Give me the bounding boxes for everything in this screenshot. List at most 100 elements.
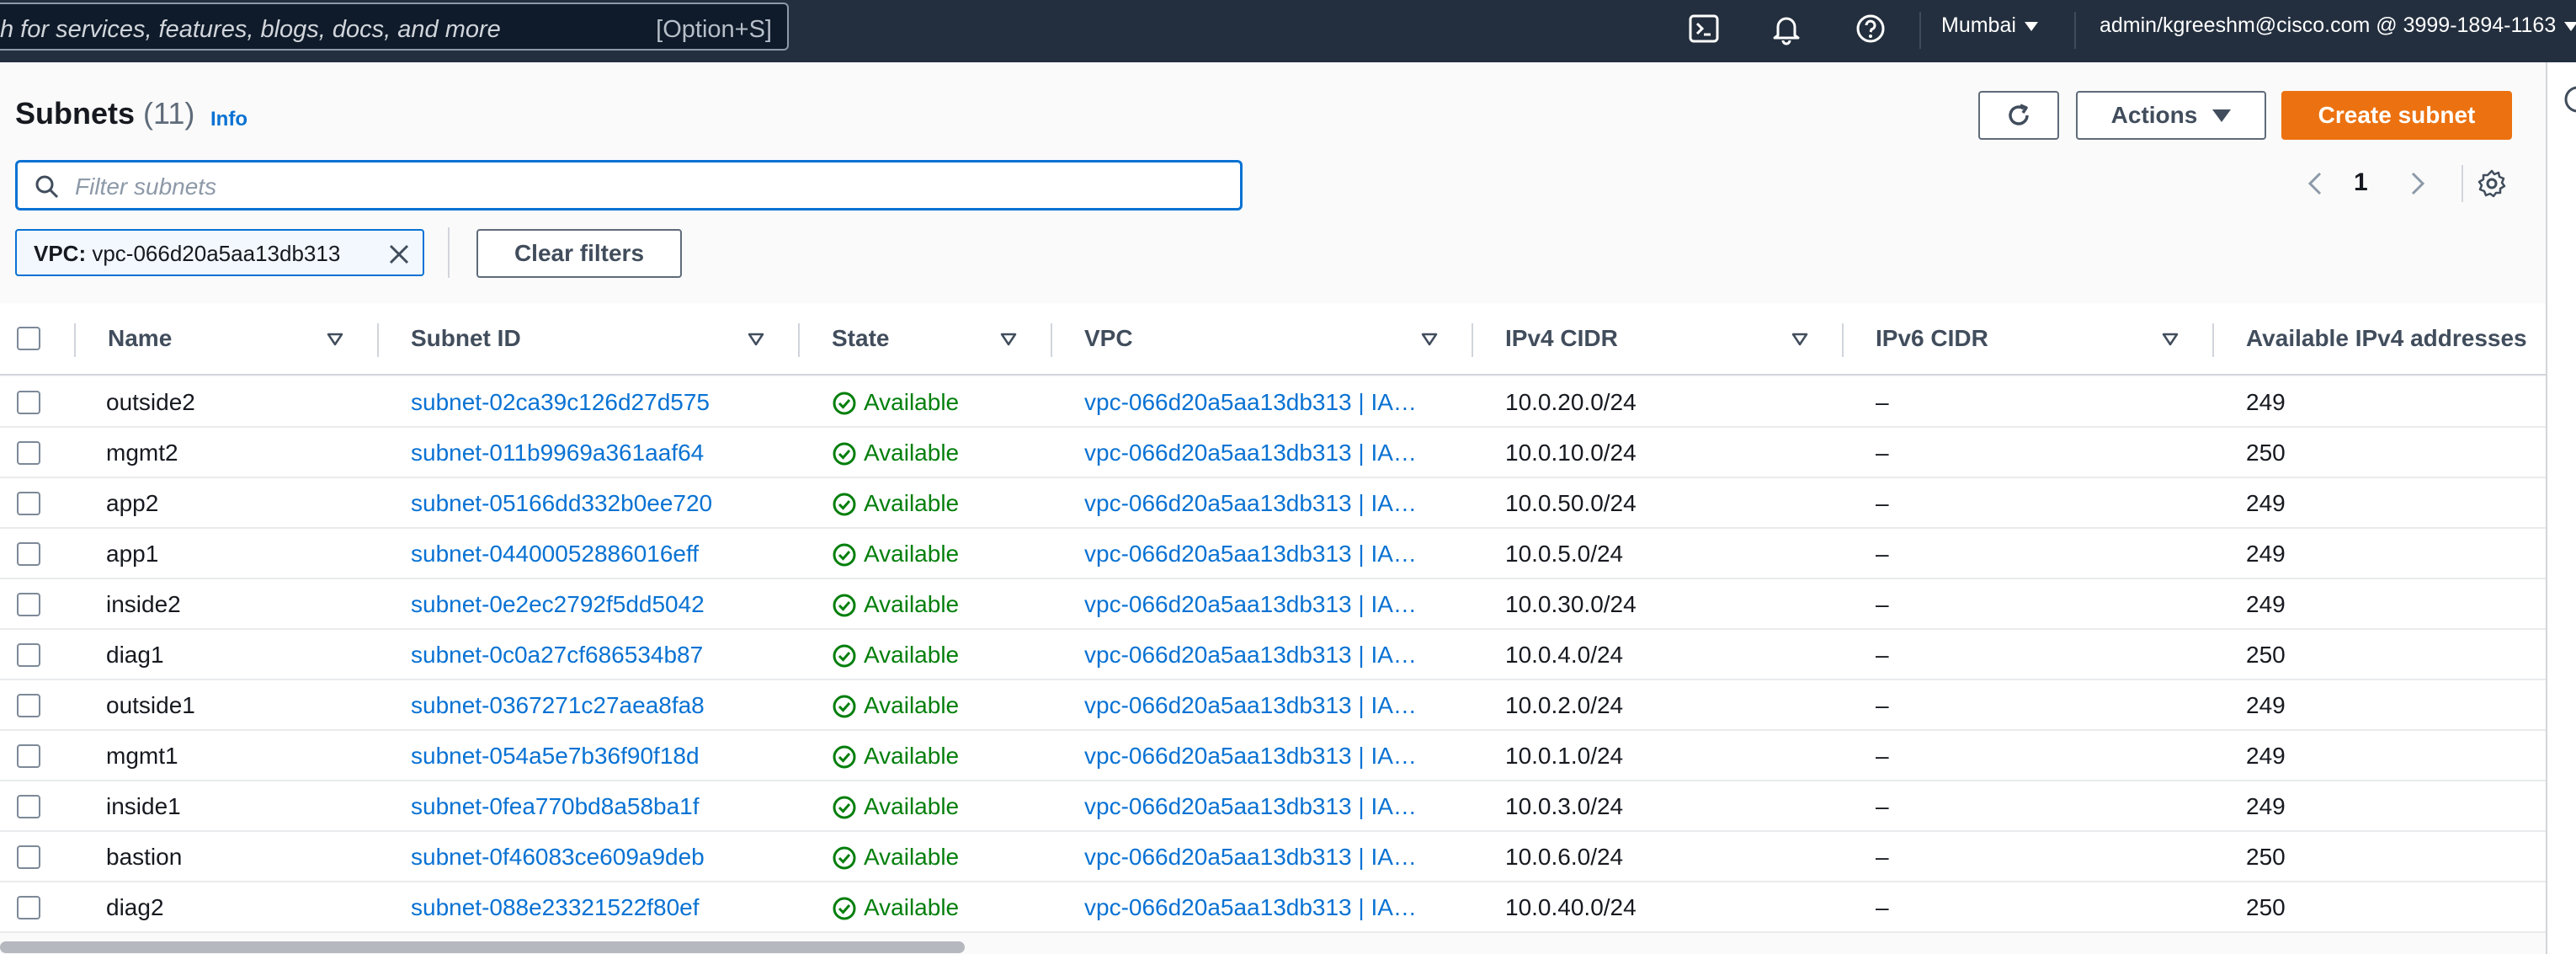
nav-divider <box>1919 12 1921 49</box>
table-row[interactable]: app2 subnet-05166dd332b0ee720 Available vpc… <box>0 478 2546 529</box>
cell-name: mgmt1 <box>106 743 178 769</box>
cell-vpc-link[interactable]: vpc-066d20a5aa13db313 | IA… <box>1084 490 1417 517</box>
cell-vpc-link[interactable]: vpc-066d20a5aa13db313 | IA… <box>1084 743 1417 770</box>
table-row[interactable]: mgmt1 subnet-054a5e7b36f90f18d Available vp… <box>0 731 2546 781</box>
cell-state: Available <box>864 692 960 718</box>
cell-state: Available <box>864 642 960 668</box>
column-header-ipv4-cidr[interactable]: IPv4 CIDR <box>1505 325 1618 352</box>
filter-token-key: VPC: <box>34 241 87 266</box>
clear-filters-button[interactable]: Clear filters <box>476 229 682 278</box>
column-divider <box>2212 323 2214 357</box>
table-row[interactable]: bastion subnet-0f46083ce609a9deb Available… <box>0 832 2546 882</box>
cell-vpc-link[interactable]: vpc-066d20a5aa13db313 | IA… <box>1084 894 1417 921</box>
column-header-state[interactable]: State <box>832 325 889 352</box>
gear-icon[interactable] <box>2477 168 2507 199</box>
cell-subnet-id-link[interactable]: subnet-0367271c27aea8fa8 <box>411 692 705 719</box>
row-checkbox[interactable] <box>17 593 40 616</box>
filter-subnets-input[interactable]: Filter subnets <box>15 160 1243 211</box>
sort-icon[interactable] <box>1000 332 1017 347</box>
sort-icon[interactable] <box>2162 332 2179 347</box>
cell-vpc-link[interactable]: vpc-066d20a5aa13db313 | IA… <box>1084 692 1417 719</box>
table-row[interactable]: inside2 subnet-0e2ec2792f5dd5042 Available… <box>0 579 2546 630</box>
row-checkbox[interactable] <box>17 441 40 465</box>
cell-vpc-link[interactable]: vpc-066d20a5aa13db313 | IA… <box>1084 844 1417 871</box>
create-subnet-button[interactable]: Create subnet <box>2281 91 2512 140</box>
row-checkbox[interactable] <box>17 795 40 818</box>
actions-button[interactable]: Actions <box>2076 91 2266 140</box>
top-navigation: h for services, features, blogs, docs, a… <box>0 0 2576 62</box>
cell-vpc-link[interactable]: vpc-066d20a5aa13db313 | IA… <box>1084 389 1417 416</box>
cell-vpc-link[interactable]: vpc-066d20a5aa13db313 | IA… <box>1084 440 1417 466</box>
cell-ipv4-cidr: 10.0.5.0/24 <box>1505 541 1624 567</box>
table-header: Name Subnet ID State VPC IPv4 CIDR IPv6 … <box>0 303 2546 376</box>
notifications-bell-icon[interactable] <box>1770 12 1803 45</box>
row-checkbox[interactable] <box>17 492 40 515</box>
column-header-subnet-id[interactable]: Subnet ID <box>411 325 521 352</box>
row-checkbox[interactable] <box>17 845 40 869</box>
row-checkbox[interactable] <box>17 694 40 717</box>
refresh-icon <box>2009 104 2029 125</box>
previous-page-icon[interactable] <box>2303 168 2329 199</box>
sort-icon[interactable] <box>1421 332 1438 347</box>
next-page-icon[interactable] <box>2404 168 2430 199</box>
cell-vpc-link[interactable]: vpc-066d20a5aa13db313 | IA… <box>1084 541 1417 568</box>
info-link[interactable]: Info <box>210 108 247 131</box>
status-available-icon <box>833 594 856 617</box>
cell-subnet-id-link[interactable]: subnet-0f46083ce609a9deb <box>411 844 705 871</box>
table-row[interactable]: outside1 subnet-0367271c27aea8fa8 Availabl… <box>0 680 2546 731</box>
cell-subnet-id-link[interactable]: subnet-02ca39c126d27d575 <box>411 389 710 416</box>
cell-available-ipv4: 249 <box>2246 591 2286 617</box>
account-menu[interactable]: admin/kgreeshm@cisco.com @ 3999-1894-116… <box>2100 13 2576 38</box>
cell-vpc-link[interactable]: vpc-066d20a5aa13db313 | IA… <box>1084 793 1417 820</box>
column-header-vpc[interactable]: VPC <box>1084 325 1133 352</box>
cell-vpc-link[interactable]: vpc-066d20a5aa13db313 | IA… <box>1084 642 1417 669</box>
cell-subnet-id-link[interactable]: subnet-0c0a27cf686534b87 <box>411 642 703 669</box>
table-row[interactable]: app1 subnet-04400052886016eff Available vpc… <box>0 529 2546 579</box>
table-row[interactable]: diag2 subnet-088e23321522f80ef Available vp… <box>0 882 2546 933</box>
row-checkbox[interactable] <box>17 896 40 919</box>
filter-divider <box>448 227 450 278</box>
cell-available-ipv4: 250 <box>2246 844 2286 870</box>
row-checkbox[interactable] <box>17 744 40 768</box>
horizontal-scrollbar[interactable] <box>0 941 965 953</box>
cloudshell-icon[interactable] <box>1687 12 1721 45</box>
create-subnet-label: Create subnet <box>2318 102 2476 128</box>
cell-state: Available <box>864 541 960 567</box>
table-row[interactable]: mgmt2 subnet-011b9969a361aaf64 Available vp… <box>0 428 2546 478</box>
cell-subnet-id-link[interactable]: subnet-0e2ec2792f5dd5042 <box>411 591 705 618</box>
cell-subnet-id-link[interactable]: subnet-0fea770bd8a58ba1f <box>411 793 700 820</box>
cell-subnet-id-link[interactable]: subnet-04400052886016eff <box>411 541 699 568</box>
sort-icon[interactable] <box>327 332 343 347</box>
search-shortcut-hint: [Option+S] <box>656 16 772 43</box>
column-divider <box>74 323 76 357</box>
column-header-available-ipv4[interactable]: Available IPv4 addresses <box>2246 325 2527 352</box>
region-selector[interactable]: Mumbai <box>1941 13 2038 38</box>
table-row[interactable]: inside1 subnet-0fea770bd8a58ba1f Available… <box>0 781 2546 832</box>
select-all-checkbox[interactable] <box>17 327 40 350</box>
cell-subnet-id-link[interactable]: subnet-011b9969a361aaf64 <box>411 440 704 466</box>
refresh-button[interactable] <box>1978 91 2059 140</box>
table-row[interactable]: outside2 subnet-02ca39c126d27d575 Availabl… <box>0 377 2546 428</box>
sort-icon[interactable] <box>748 332 764 347</box>
global-search-input[interactable]: h for services, features, blogs, docs, a… <box>0 3 789 51</box>
cell-vpc-link[interactable]: vpc-066d20a5aa13db313 | IA… <box>1084 591 1417 618</box>
current-page-number[interactable]: 1 <box>2354 168 2368 197</box>
status-available-icon <box>833 644 856 668</box>
column-header-name[interactable]: Name <box>108 325 172 352</box>
chevron-down-icon <box>2564 21 2576 31</box>
cell-ipv4-cidr: 10.0.10.0/24 <box>1505 440 1637 466</box>
cell-subnet-id-link[interactable]: subnet-054a5e7b36f90f18d <box>411 743 700 770</box>
cell-subnet-id-link[interactable]: subnet-05166dd332b0ee720 <box>411 490 712 517</box>
sort-icon[interactable] <box>1791 332 1808 347</box>
close-icon[interactable] <box>387 242 411 266</box>
table-row[interactable]: diag1 subnet-0c0a27cf686534b87 Available vp… <box>0 630 2546 680</box>
cell-name: outside1 <box>106 692 195 718</box>
row-checkbox[interactable] <box>17 542 40 566</box>
info-panel-icon[interactable] <box>2563 84 2576 115</box>
column-header-ipv6-cidr[interactable]: IPv6 CIDR <box>1876 325 1988 352</box>
row-checkbox[interactable] <box>17 643 40 667</box>
row-checkbox[interactable] <box>17 391 40 414</box>
cell-subnet-id-link[interactable]: subnet-088e23321522f80ef <box>411 894 700 921</box>
status-available-icon <box>833 745 856 769</box>
help-icon[interactable] <box>1854 12 1887 45</box>
